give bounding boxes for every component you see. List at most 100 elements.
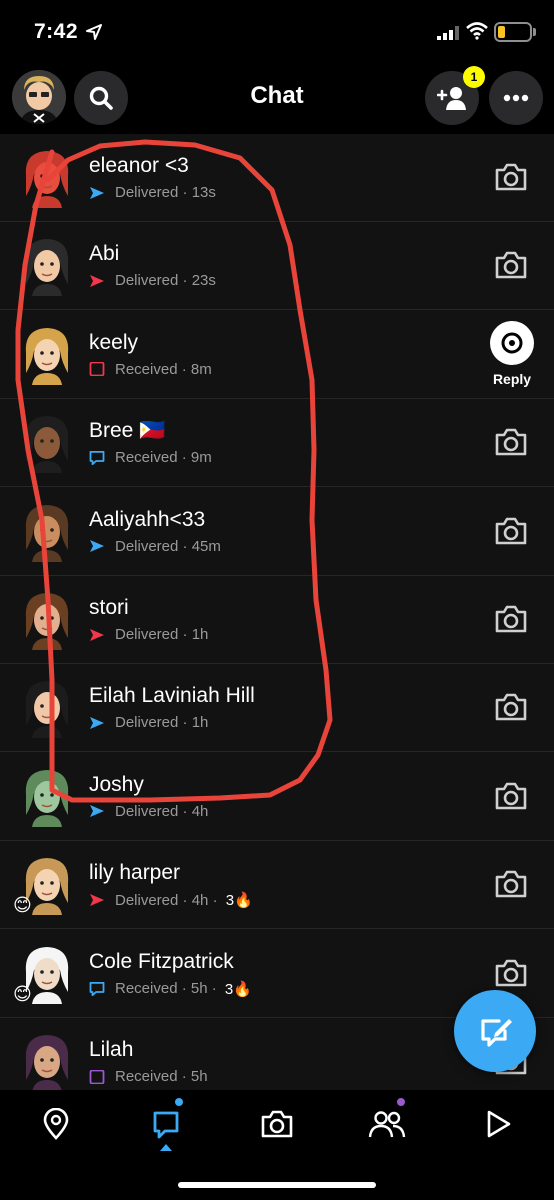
- play-icon: [487, 1110, 511, 1138]
- chat-row[interactable]: Abi Delivered · 23s: [0, 222, 554, 311]
- sent-arrow-icon: [90, 716, 104, 729]
- camera-reply-icon[interactable]: [494, 516, 528, 546]
- chat-row[interactable]: Aaliyahh<33 Delivered · 45m: [0, 488, 554, 576]
- sent-arrow-icon: [90, 186, 104, 199]
- chat-status: Delivered · 13s: [89, 184, 216, 201]
- bitmoji-avatar[interactable]: [18, 234, 76, 297]
- bitmoji-avatar[interactable]: [18, 588, 76, 650]
- bitmoji-avatar[interactable]: [18, 1030, 76, 1090]
- battery-level: [498, 26, 505, 38]
- bitmoji-avatar[interactable]: [18, 676, 76, 739]
- chat-name: Bree 🇵🇭: [89, 419, 166, 443]
- camera-reply-icon[interactable]: [494, 604, 528, 634]
- bitmoji-avatar[interactable]: [18, 411, 76, 474]
- camera-icon: [261, 1110, 293, 1138]
- chat-row[interactable]: Joshy Delivered · 4h: [0, 753, 554, 841]
- status-separator: ·: [177, 449, 191, 467]
- status-separator: ·: [177, 360, 191, 378]
- status-separator: ·: [178, 537, 192, 555]
- chat-row[interactable]: Bree 🇵🇭 Received · 9m: [0, 399, 554, 488]
- sent-arrow-icon: [90, 628, 104, 641]
- camera-reply-icon[interactable]: [494, 869, 528, 899]
- chat-name: Cole Fitzpatrick: [89, 949, 234, 973]
- chat-name: eleanor <3: [89, 154, 189, 177]
- friend-emoji: 😊: [13, 983, 32, 1004]
- battery-tip: [533, 28, 536, 36]
- chat-row[interactable]: keely Received · 8m Reply: [0, 311, 554, 399]
- camera-reply-icon[interactable]: [494, 427, 528, 457]
- wifi-icon: [466, 22, 488, 40]
- status-time: 7:42: [34, 20, 79, 43]
- chat-status: Delivered · 1h: [89, 626, 208, 643]
- status-time: 23s: [191, 272, 216, 290]
- location-arrow-icon: [86, 24, 102, 40]
- bitmoji-avatar[interactable]: [18, 323, 76, 385]
- status-time: 13s: [191, 184, 216, 201]
- nav-map[interactable]: [32, 1100, 80, 1148]
- camera-reply-icon[interactable]: [494, 692, 528, 722]
- friend-emoji: 😊: [13, 895, 32, 916]
- camera-reply-icon[interactable]: [494, 958, 528, 988]
- chat-name: Lilah: [89, 1038, 134, 1061]
- chat-status: Delivered · 1h: [89, 714, 208, 731]
- status-text: Received: [115, 1068, 178, 1085]
- status-bar: 7:42: [0, 0, 554, 66]
- bitmoji-avatar[interactable]: [18, 500, 76, 562]
- chat-list[interactable]: eleanor <3 Delivered · 13s Abi Delivered · …: [0, 134, 554, 1090]
- new-chat-button[interactable]: [454, 990, 536, 1072]
- bitmoji-avatar[interactable]: [18, 146, 76, 208]
- more-dots-icon: [503, 94, 529, 102]
- status-time: 5h: [190, 980, 208, 998]
- nav-camera[interactable]: [253, 1100, 301, 1148]
- add-friend-icon: [437, 87, 466, 110]
- camera-reply-icon[interactable]: [494, 162, 528, 192]
- status-time: 4h: [191, 891, 209, 909]
- status-separator: ·: [178, 802, 192, 820]
- chat-name: Aaliyahh<33: [89, 507, 206, 531]
- chat-row[interactable]: 😊 lily harper Delivered · 4h · 3🔥: [0, 841, 554, 930]
- sent-arrow-icon: [90, 805, 104, 818]
- active-tab-indicator: [160, 1144, 172, 1151]
- nav-chat[interactable]: [142, 1100, 190, 1148]
- sent-arrow-icon: [90, 540, 104, 553]
- compose-chat-icon: [481, 1019, 512, 1047]
- reply-button[interactable]: Reply: [486, 320, 538, 387]
- chat-status: Received · 5h: [89, 1068, 208, 1085]
- chat-name: Abi: [89, 242, 120, 266]
- chat-name: stori: [89, 596, 129, 619]
- status-text: Received: [115, 449, 178, 467]
- chat-status: Delivered · 23s: [89, 272, 216, 289]
- received-snap-icon: [89, 362, 105, 377]
- camera-reply-icon[interactable]: [494, 781, 528, 811]
- bitmoji-avatar[interactable]: [18, 765, 76, 827]
- status-text: Delivered: [115, 714, 179, 732]
- more-options-button[interactable]: [489, 71, 543, 125]
- status-separator: ·: [177, 1068, 191, 1085]
- received-chat-icon: [89, 450, 105, 465]
- bottom-navigation: [0, 1090, 554, 1200]
- chat-status: Received · 9m: [89, 449, 212, 466]
- status-separator: ·: [177, 980, 191, 998]
- reply-label: Reply: [492, 370, 532, 387]
- battery-icon: [494, 22, 532, 42]
- status-time: 5h: [190, 1068, 208, 1085]
- chat-row[interactable]: eleanor <3 Delivered · 13s: [0, 134, 554, 222]
- home-indicator: [178, 1182, 376, 1188]
- chat-row[interactable]: stori Delivered · 1h: [0, 576, 554, 664]
- status-time: 9m: [190, 449, 212, 467]
- chat-bubble-icon: [153, 1111, 179, 1139]
- status-text: Delivered: [115, 537, 179, 555]
- chat-row[interactable]: Eilah Laviniah Hill Delivered · 1h: [0, 664, 554, 753]
- status-time: 1h: [191, 714, 209, 732]
- status-text: Delivered: [115, 272, 179, 290]
- cell-signal-icon: [437, 26, 459, 40]
- chat-status: Delivered · 4h · 3🔥: [89, 891, 253, 909]
- chat-name: Eilah Laviniah Hill: [89, 684, 255, 708]
- camera-reply-icon[interactable]: [494, 250, 528, 280]
- status-time: 1h: [191, 626, 209, 643]
- friends-notification-dot: [395, 1096, 407, 1108]
- chat-name: keely: [89, 330, 139, 354]
- nav-spotlight[interactable]: [474, 1100, 522, 1148]
- snap-streak: 3🔥: [225, 892, 253, 910]
- chat-status: Delivered · 4h: [89, 803, 208, 820]
